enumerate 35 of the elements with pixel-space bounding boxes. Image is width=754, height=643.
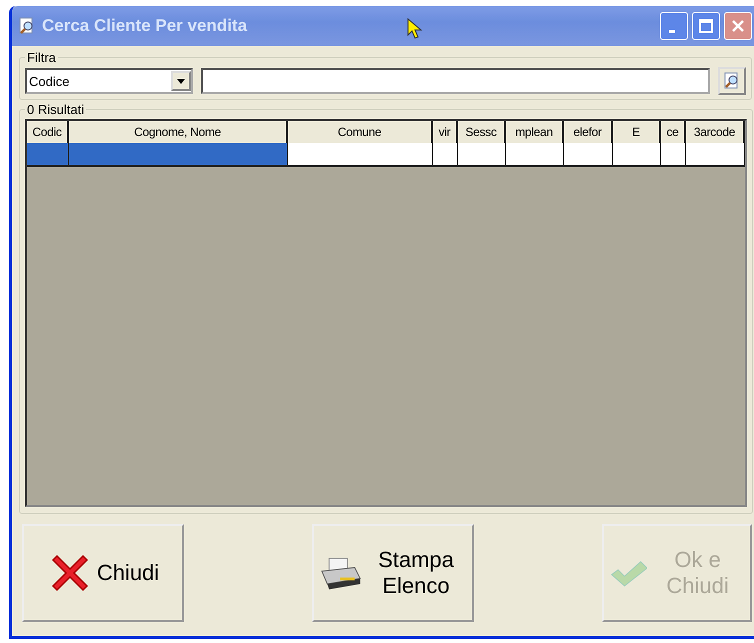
- column-header[interactable]: Codic: [27, 121, 69, 143]
- filter-legend: Filtra: [25, 50, 58, 65]
- close-button[interactable]: Chiudi: [22, 524, 184, 622]
- table-cell[interactable]: [458, 143, 506, 167]
- print-button[interactable]: Stampa Elenco: [312, 524, 474, 622]
- table-cell[interactable]: [506, 143, 564, 167]
- column-header[interactable]: Cognome, Nome: [69, 121, 288, 143]
- search-field[interactable]: [201, 68, 710, 94]
- table-cell[interactable]: [69, 143, 288, 167]
- filter-dropdown[interactable]: Codice: [25, 68, 193, 94]
- minimize-button[interactable]: [660, 12, 688, 40]
- column-header[interactable]: ce: [661, 121, 686, 143]
- column-header[interactable]: Sessc: [458, 121, 506, 143]
- results-legend: 0 Risultati: [25, 102, 86, 117]
- table-cell[interactable]: [686, 143, 745, 167]
- caret-icon: [177, 78, 185, 84]
- column-header[interactable]: mplean: [506, 121, 564, 143]
- window-title: Cerca Cliente Per vendita: [42, 16, 248, 36]
- column-header[interactable]: Comune: [288, 121, 433, 143]
- table-cell[interactable]: [613, 143, 661, 167]
- table-cell[interactable]: [433, 143, 458, 167]
- column-header[interactable]: E: [613, 121, 661, 143]
- close-icon: [731, 19, 745, 33]
- maximize-icon: [699, 19, 713, 33]
- column-header[interactable]: 3arcode: [686, 121, 745, 143]
- minimize-icon: [669, 30, 675, 32]
- table-cell[interactable]: [27, 143, 69, 167]
- maximize-button[interactable]: [692, 12, 720, 40]
- table-cell[interactable]: [661, 143, 686, 167]
- search-button[interactable]: [718, 67, 746, 95]
- column-header[interactable]: elefor: [564, 121, 613, 143]
- cursor-icon: [407, 18, 423, 40]
- table-cell[interactable]: [288, 143, 433, 167]
- column-header[interactable]: vir: [433, 121, 458, 143]
- table-cell[interactable]: [564, 143, 613, 167]
